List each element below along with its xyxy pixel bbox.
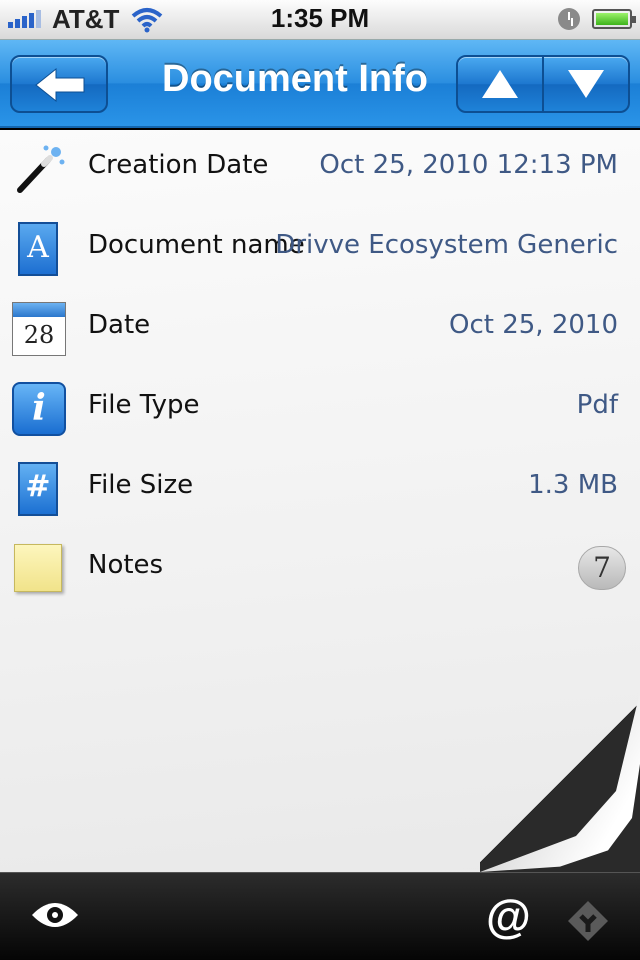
notes-count-badge: 7	[578, 546, 626, 590]
prev-next-segmented-control	[456, 55, 630, 113]
down-triangle-icon	[568, 70, 604, 98]
row-document-name: A Document name Drivve Ecosystem Generic	[0, 210, 640, 290]
info-book-icon: i	[12, 382, 66, 436]
row-value: Oct 25, 2010	[449, 310, 618, 340]
row-file-size: # File Size 1.3 MB	[0, 450, 640, 530]
row-notes[interactable]: Notes 7	[0, 530, 640, 610]
row-label: Date	[88, 310, 151, 340]
up-triangle-icon	[482, 70, 518, 98]
row-label: Document name	[88, 230, 305, 260]
page-title: Document Info	[162, 58, 428, 100]
back-button[interactable]	[10, 55, 108, 113]
row-file-type: i File Type Pdf	[0, 370, 640, 450]
document-info-list: Creation Date Oct 25, 2010 12:13 PM A Do…	[0, 130, 640, 872]
row-creation-date: Creation Date Oct 25, 2010 12:13 PM	[0, 130, 640, 210]
calendar-icon: 28	[12, 302, 66, 356]
row-value: 1.3 MB	[528, 470, 618, 500]
magic-wand-icon	[17, 145, 65, 193]
hash-icon: #	[18, 462, 58, 516]
at-sign-icon[interactable]: @	[486, 889, 531, 943]
row-date: 28 Date Oct 25, 2010	[0, 290, 640, 370]
back-arrow-icon	[35, 67, 85, 103]
row-label: Creation Date	[88, 150, 269, 180]
diamond-share-icon[interactable]	[566, 899, 610, 943]
navigation-bar: Document Info	[0, 40, 640, 128]
row-value: Pdf	[576, 390, 618, 420]
alarm-clock-icon	[558, 8, 580, 30]
bottom-toolbar: @	[0, 872, 640, 960]
sticky-note-icon	[14, 544, 62, 592]
row-label: Notes	[88, 550, 164, 580]
row-value: Drivve Ecosystem Generic	[275, 230, 618, 260]
row-value: Oct 25, 2010 12:13 PM	[319, 150, 618, 180]
status-time: 1:35 PM	[270, 3, 370, 33]
eye-icon[interactable]	[30, 899, 80, 931]
letter-a-icon: A	[18, 222, 58, 276]
row-label: File Type	[88, 390, 200, 420]
next-document-button[interactable]	[542, 57, 628, 111]
calendar-day: 28	[23, 321, 55, 349]
previous-document-button[interactable]	[458, 57, 542, 111]
status-bar: AT&T 1:35 PM	[0, 0, 640, 40]
battery-full-icon	[592, 9, 636, 29]
row-label: File Size	[88, 470, 194, 500]
